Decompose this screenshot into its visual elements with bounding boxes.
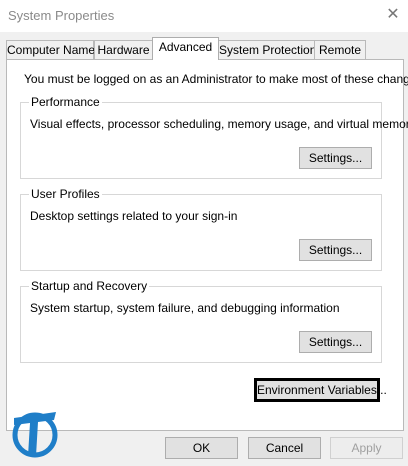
close-icon[interactable]: ✕ [378, 0, 408, 30]
tab-remote[interactable]: Remote [314, 40, 366, 59]
startup-recovery-title: Startup and Recovery [29, 279, 150, 293]
performance-title: Performance [29, 95, 102, 109]
performance-group: Performance Visual effects, processor sc… [20, 95, 408, 179]
user-profiles-description: Desktop settings related to your sign-in [30, 209, 238, 223]
user-profiles-group: User Profiles Desktop settings related t… [20, 187, 382, 271]
admin-notice: You must be logged on as an Administrato… [24, 72, 408, 86]
user-profiles-settings-button[interactable]: Settings... [299, 239, 372, 261]
watermark-logo-icon [12, 412, 58, 458]
startup-recovery-settings-button[interactable]: Settings... [299, 331, 372, 353]
tab-advanced[interactable]: Advanced [152, 37, 219, 60]
performance-settings-button[interactable]: Settings... [299, 147, 372, 169]
user-profiles-title: User Profiles [29, 187, 102, 201]
apply-button[interactable]: Apply [330, 437, 403, 459]
environment-variables-button[interactable]: Environment Variables... [254, 378, 387, 402]
window-title: System Properties [8, 8, 115, 23]
title-bar: System Properties ✕ [0, 0, 408, 32]
cancel-button[interactable]: Cancel [248, 437, 321, 459]
startup-recovery-description: System startup, system failure, and debu… [30, 301, 340, 315]
ok-button[interactable]: OK [165, 437, 238, 459]
performance-description: Visual effects, processor scheduling, me… [30, 117, 408, 131]
tab-system-protection[interactable]: System Protection [218, 40, 316, 59]
tab-hardware[interactable]: Hardware [94, 40, 153, 59]
startup-recovery-group: Startup and Recovery System startup, sys… [20, 279, 382, 363]
tab-computer-name[interactable]: Computer Name [6, 40, 95, 59]
